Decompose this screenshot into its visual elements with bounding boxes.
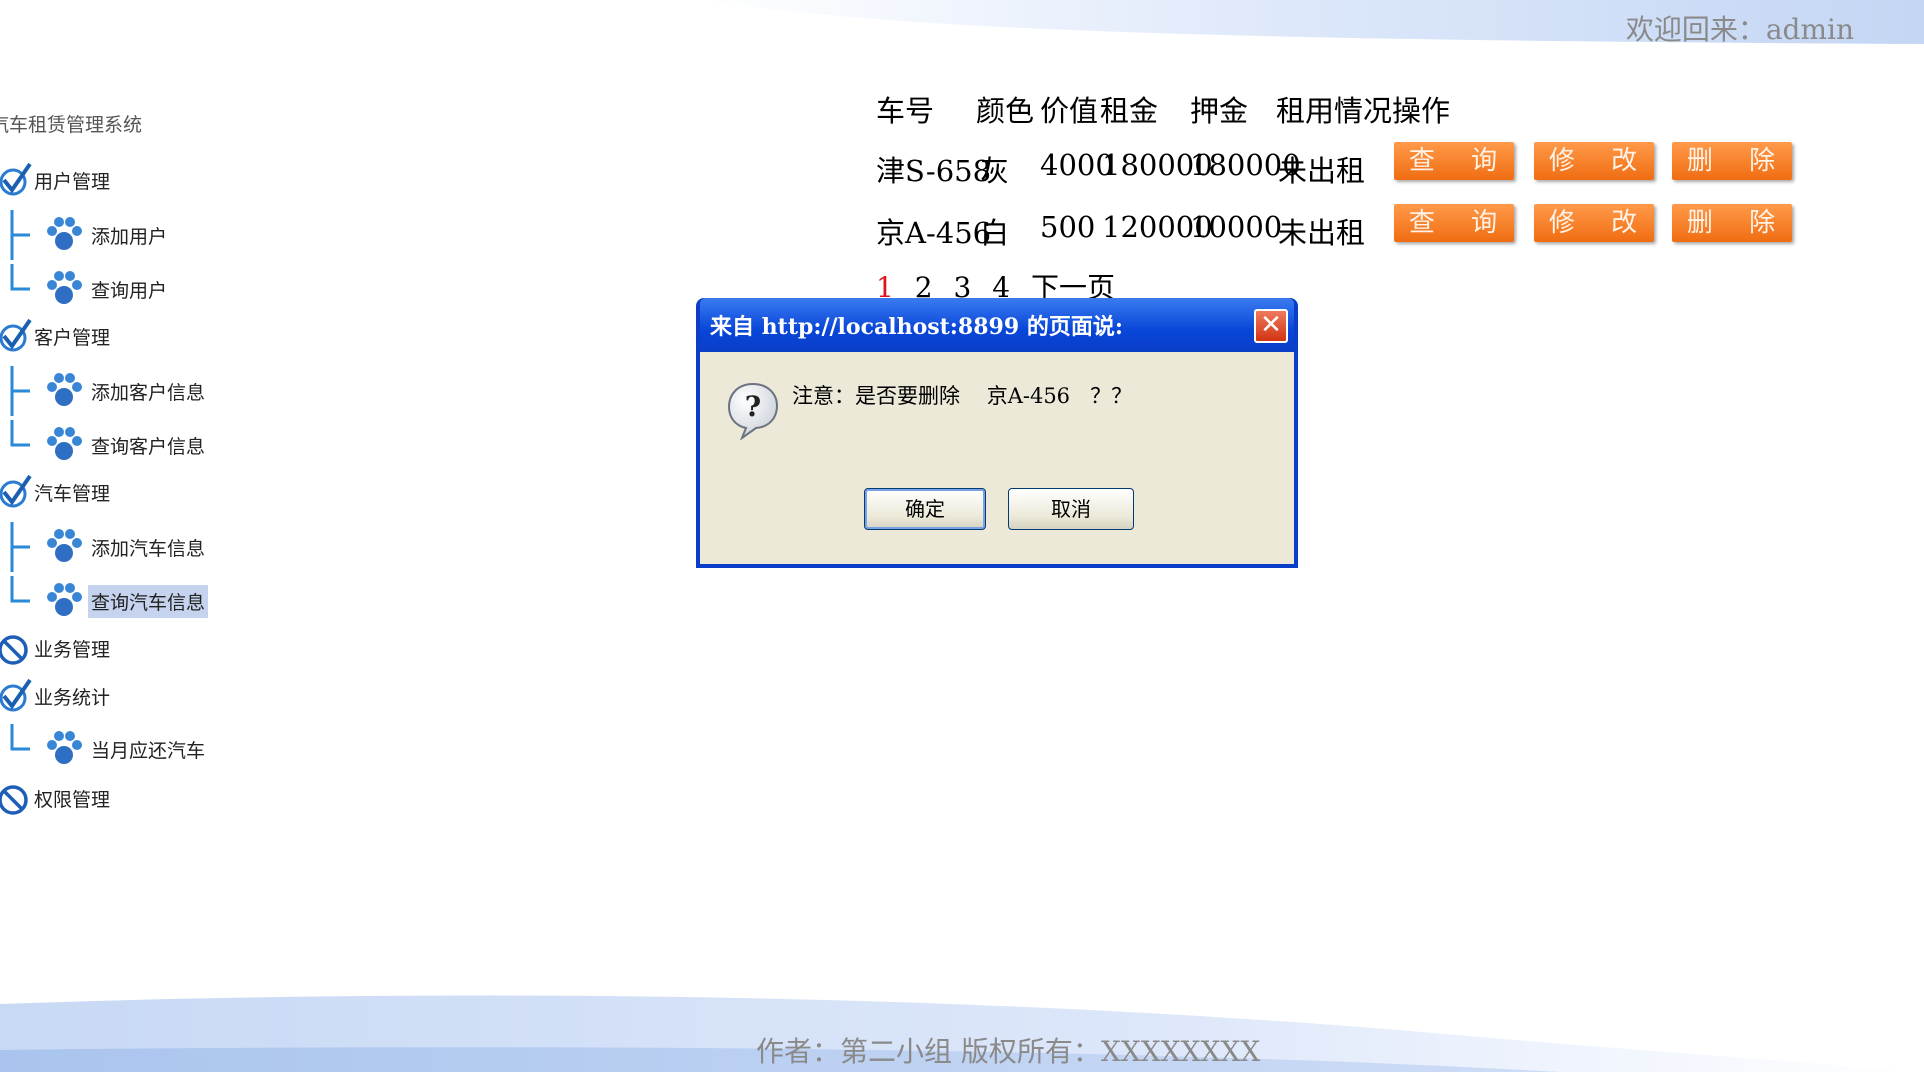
sidebar-item-due-cars[interactable]: 当月应还汽车 <box>0 724 208 774</box>
cell-plate: 津S-658 <box>876 154 992 188</box>
dialog-titlebar[interactable]: 来自 http://localhost:8899 的页面说: ✕ <box>700 298 1294 352</box>
cell-deposit: 10000 <box>1190 210 1283 244</box>
page: 欢迎回来：admin 汽车租赁管理系统 用户管理 添加用户 查询用户 客户管理 <box>0 0 1924 1072</box>
tree-end-line <box>10 576 30 603</box>
paw-icon <box>47 583 82 616</box>
sidebar-item-label: 添加用户 <box>91 225 168 248</box>
sidebar-item-add-car[interactable]: 添加汽车信息 <box>0 522 208 572</box>
sidebar-item-query-customer[interactable]: 查询客户信息 <box>0 420 208 470</box>
check-icon <box>0 314 34 358</box>
sidebar-item-add-user[interactable]: 添加用户 <box>0 210 170 260</box>
tree-branch-line <box>10 210 30 260</box>
tree-branch-line <box>10 522 30 572</box>
no-icon <box>0 776 34 820</box>
sidebar-group-label: 权限管理 <box>34 788 111 811</box>
cell-status: 未出租 <box>1278 216 1366 250</box>
paw-icon <box>47 427 82 460</box>
column-header: 押金 <box>1190 94 1249 128</box>
ok-button[interactable]: 确定 <box>864 488 986 530</box>
cell-value: 500 <box>1040 210 1096 244</box>
no-icon <box>0 626 34 670</box>
column-header: 操作 <box>1392 94 1451 128</box>
close-icon[interactable]: ✕ <box>1254 309 1288 343</box>
column-header: 颜色 <box>976 94 1035 128</box>
column-header: 价值 <box>1040 94 1099 128</box>
cell-color: 灰 <box>980 154 1010 188</box>
confirm-dialog: 来自 http://localhost:8899 的页面说: ✕ ? 注意：是否… <box>696 298 1298 568</box>
paw-icon <box>47 731 82 764</box>
query-button[interactable]: 查 询 <box>1394 142 1514 180</box>
welcome-text: 欢迎回来：admin <box>1625 13 1854 46</box>
sidebar-group-label: 用户管理 <box>34 170 111 193</box>
sidebar-group-label: 汽车管理 <box>34 482 111 505</box>
column-header: 租用情况 <box>1276 94 1393 128</box>
sidebar-group-car[interactable]: 汽车管理 <box>0 470 110 514</box>
dialog-message: 注意：是否要删除 京A-456 ？？ <box>792 384 1133 408</box>
cell-color: 白 <box>980 216 1010 250</box>
svg-text:?: ? <box>745 390 761 423</box>
sidebar-item-add-customer[interactable]: 添加客户信息 <box>0 366 208 416</box>
edit-button[interactable]: 修 改 <box>1534 142 1654 180</box>
sidebar-item-query-car[interactable]: 查询汽车信息 <box>0 576 209 626</box>
tree-end-line <box>10 264 30 291</box>
sidebar-nav: 汽车租赁管理系统 用户管理 添加用户 查询用户 客户管理 添加客户信息 查询客户… <box>0 110 240 930</box>
check-icon <box>0 674 34 718</box>
dialog-title: 来自 http://localhost:8899 的页面说: <box>710 314 1123 340</box>
paw-icon <box>47 529 82 562</box>
cell-plate: 京A-456 <box>876 216 992 250</box>
column-header: 车号 <box>876 94 935 128</box>
sidebar-item-query-user[interactable]: 查询用户 <box>0 264 170 314</box>
paw-icon <box>47 373 82 406</box>
paw-icon <box>47 271 82 304</box>
sidebar-item-label: 查询客户信息 <box>91 435 206 458</box>
footer-copyright: 作者：第二小组 版权所有：XXXXXXXX <box>756 1035 1261 1068</box>
check-icon <box>0 470 34 514</box>
sidebar-item-label: 当月应还汽车 <box>91 739 206 762</box>
tree-end-line <box>10 420 30 447</box>
sidebar-item-label-selected: 查询汽车信息 <box>88 584 209 618</box>
delete-button[interactable]: 删 除 <box>1672 142 1792 180</box>
sidebar-item-label: 查询用户 <box>91 279 168 302</box>
sidebar-group-label: 业务管理 <box>34 638 111 661</box>
cancel-button[interactable]: 取消 <box>1008 488 1134 530</box>
sidebar-group-permission[interactable]: 权限管理 <box>0 776 110 820</box>
sidebar-group-label: 业务统计 <box>34 686 111 709</box>
sidebar-group-label: 客户管理 <box>34 326 111 349</box>
delete-button[interactable]: 删 除 <box>1672 204 1792 242</box>
sidebar-group-business[interactable]: 业务管理 <box>0 626 110 670</box>
tree-branch-line <box>10 366 30 416</box>
tree-end-line <box>10 724 30 751</box>
sidebar-group-statistics[interactable]: 业务统计 <box>0 674 110 718</box>
edit-button[interactable]: 修 改 <box>1534 204 1654 242</box>
paw-icon <box>47 217 82 250</box>
column-header: 租金 <box>1100 94 1159 128</box>
check-icon <box>0 158 34 202</box>
query-button[interactable]: 查 询 <box>1394 204 1514 242</box>
cell-status: 未出租 <box>1278 154 1366 188</box>
system-title: 汽车租赁管理系统 <box>0 114 143 136</box>
sidebar-item-label: 添加客户信息 <box>91 381 206 404</box>
sidebar-item-label: 添加汽车信息 <box>91 537 206 560</box>
sidebar-group-customer[interactable]: 客户管理 <box>0 314 110 358</box>
sidebar-group-user[interactable]: 用户管理 <box>0 158 110 202</box>
dialog-body: ? 注意：是否要删除 京A-456 ？？ 确定 取消 <box>700 352 1294 564</box>
question-icon: ? <box>727 382 779 440</box>
